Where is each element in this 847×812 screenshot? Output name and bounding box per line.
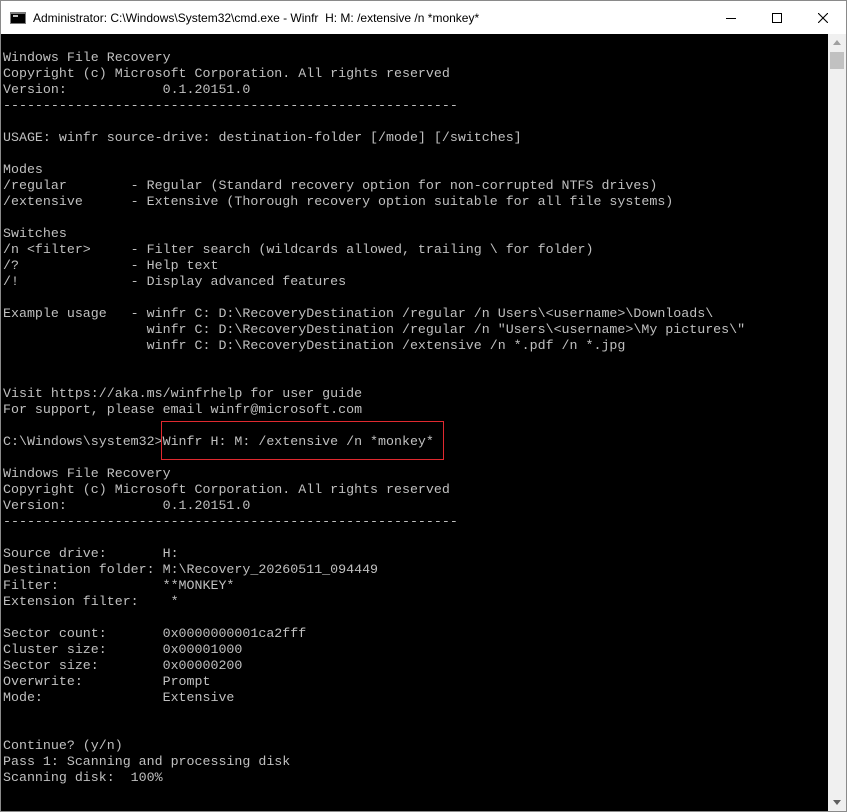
cmd-window: Administrator: C:\Windows\System32\cmd.e… xyxy=(0,0,847,812)
console-line: winfr C: D:\RecoveryDestination /regular… xyxy=(3,322,746,337)
console-line: Overwrite: Prompt xyxy=(3,674,211,689)
console-line: Switches xyxy=(3,226,67,241)
scroll-up-arrow-icon xyxy=(833,40,841,45)
console-line: Version: 0.1.20151.0 xyxy=(3,82,251,97)
console-line: Scanning disk: 100% xyxy=(3,770,163,785)
minimize-icon xyxy=(726,17,736,19)
console-line: ----------------------------------------… xyxy=(3,98,458,113)
maximize-icon xyxy=(772,12,782,23)
console-line: Example usage - winfr C: D:\RecoveryDest… xyxy=(3,306,714,321)
console-line: /extensive - Extensive (Thorough recover… xyxy=(3,194,674,209)
close-button[interactable] xyxy=(800,1,846,34)
console-line: C:\Windows\system32>Winfr H: M: /extensi… xyxy=(3,434,434,449)
console-text: Windows File Recovery Copyright (c) Micro… xyxy=(3,50,745,786)
scroll-down-button[interactable] xyxy=(828,794,846,811)
scroll-up-button[interactable] xyxy=(828,34,846,51)
console-line: Windows File Recovery xyxy=(3,466,171,481)
console-line: winfr C: D:\RecoveryDestination /extensi… xyxy=(3,338,626,353)
console-line: Windows File Recovery xyxy=(3,50,171,65)
console-line: ----------------------------------------… xyxy=(3,514,458,529)
console-line: USAGE: winfr source-drive: destination-f… xyxy=(3,130,522,145)
window-title: Administrator: C:\Windows\System32\cmd.e… xyxy=(33,10,480,25)
console-line: /regular - Regular (Standard recovery op… xyxy=(3,178,658,193)
console-output[interactable]: Windows File Recovery Copyright (c) Micro… xyxy=(1,34,828,811)
title-bar[interactable]: Administrator: C:\Windows\System32\cmd.e… xyxy=(1,1,846,34)
window-controls xyxy=(708,1,846,34)
scroll-thumb[interactable] xyxy=(830,52,844,69)
cmd-console-icon xyxy=(10,11,26,24)
console-line: /? - Help text xyxy=(3,258,219,273)
vertical-scrollbar[interactable] xyxy=(828,34,846,811)
console-line: Version: 0.1.20151.0 xyxy=(3,498,251,513)
console-line: Sector count: 0x0000000001ca2fff xyxy=(3,626,307,641)
console-line: Modes xyxy=(3,162,43,177)
console-line: Copyright (c) Microsoft Corporation. All… xyxy=(3,482,450,497)
console-line: Sector size: 0x00000200 xyxy=(3,658,243,673)
console-line: Copyright (c) Microsoft Corporation. All… xyxy=(3,66,450,81)
console-line: Source drive: H: xyxy=(3,546,179,561)
console-line: For support, please email winfr@microsof… xyxy=(3,402,363,417)
console-line: Extension filter: * xyxy=(3,594,179,609)
console-line: /n <filter> - Filter search (wildcards a… xyxy=(3,242,594,257)
console-line: Cluster size: 0x00001000 xyxy=(3,642,243,657)
scroll-down-arrow-icon xyxy=(833,800,841,805)
maximize-button[interactable] xyxy=(754,1,800,34)
close-icon xyxy=(818,12,828,23)
console-line: Destination folder: M:\Recovery_20260511… xyxy=(3,562,379,577)
console-line: Mode: Extensive xyxy=(3,690,235,705)
console-line: Visit https://aka.ms/winfrhelp for user … xyxy=(3,386,363,401)
console-line: Filter: **MONKEY* xyxy=(3,578,235,593)
console-line: /! - Display advanced features xyxy=(3,274,347,289)
console-line: Continue? (y/n) xyxy=(3,738,123,753)
minimize-button[interactable] xyxy=(708,1,754,34)
console-line: Pass 1: Scanning and processing disk xyxy=(3,754,291,769)
